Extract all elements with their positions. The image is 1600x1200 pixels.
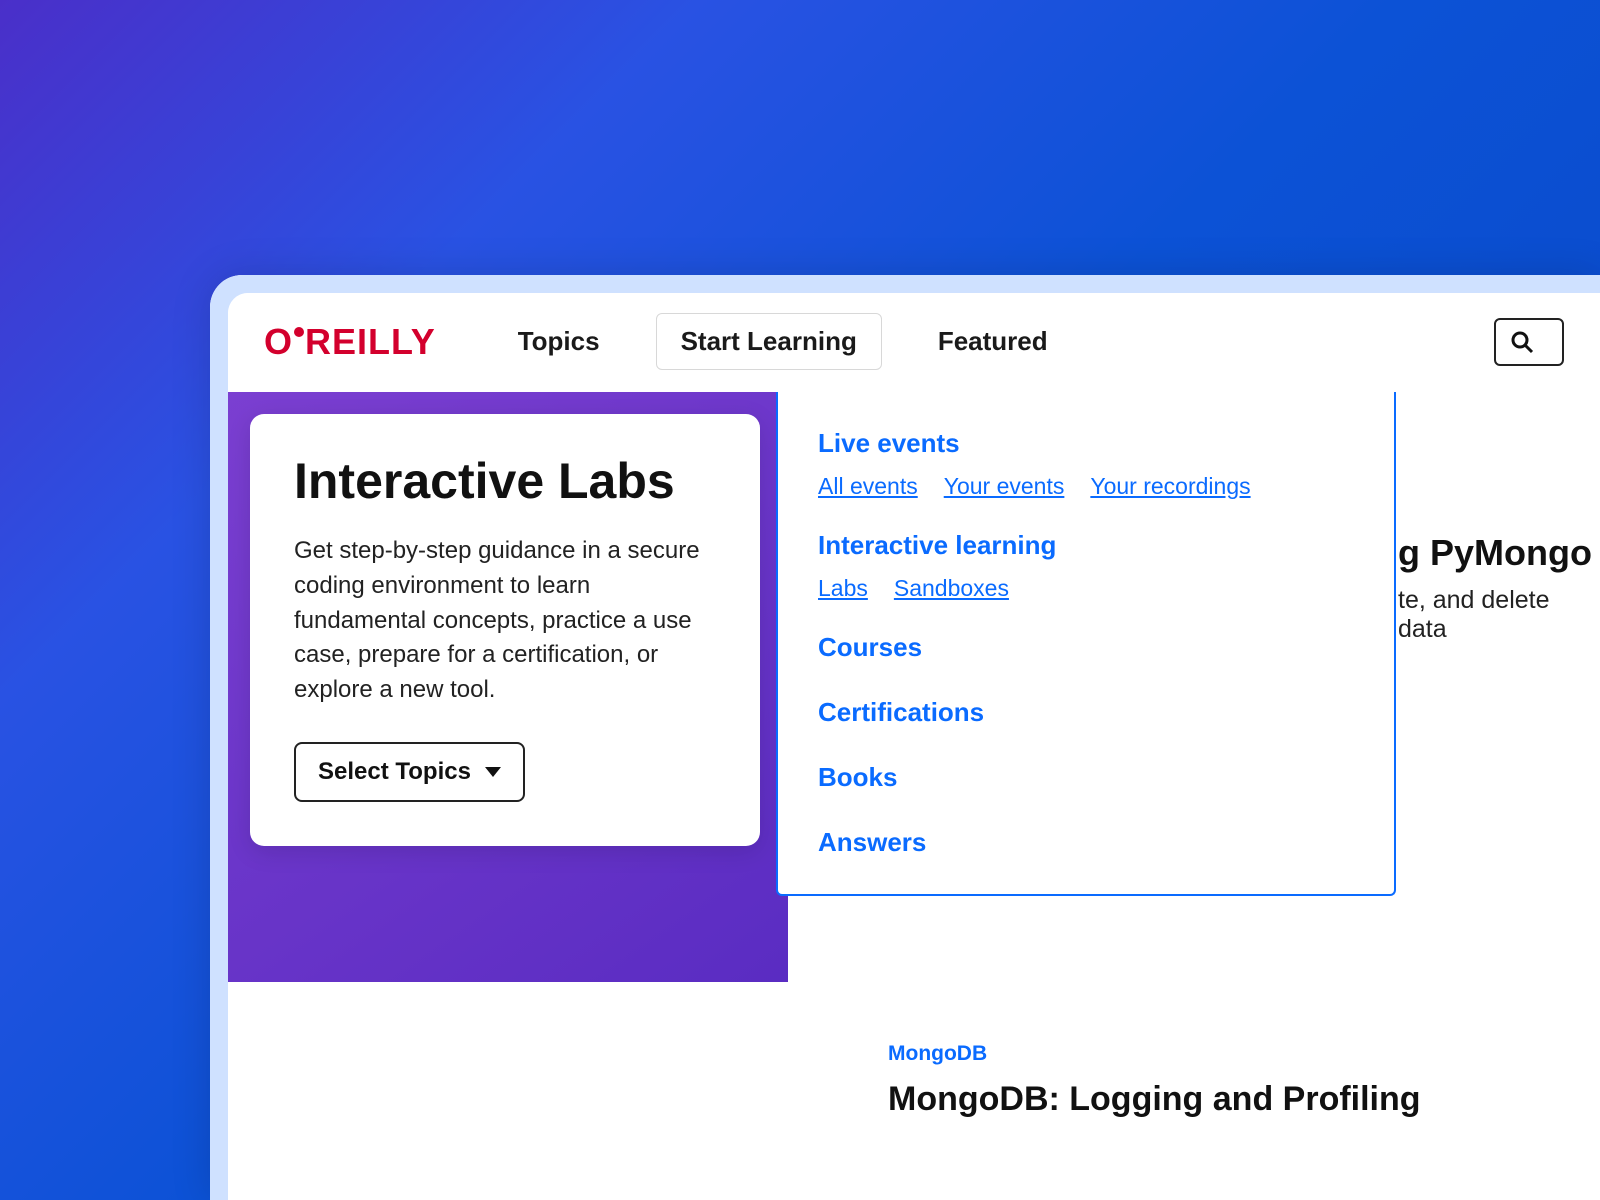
card-title: Interactive Labs xyxy=(294,454,716,508)
oreilly-logo[interactable]: O REILLY xyxy=(264,321,436,363)
link-your-events[interactable]: Your events xyxy=(944,473,1065,500)
chevron-down-icon xyxy=(485,767,501,777)
result1-title: g PyMongo xyxy=(1398,532,1600,574)
result-preview-2[interactable]: MongoDB MongoDB: Logging and Profiling xyxy=(888,1042,1600,1119)
nav-topics[interactable]: Topics xyxy=(494,314,624,369)
link-all-events[interactable]: All events xyxy=(818,473,918,500)
select-topics-button[interactable]: Select Topics xyxy=(294,742,525,802)
interactive-labs-card: Interactive Labs Get step-by-step guidan… xyxy=(250,414,760,846)
nav-start-learning[interactable]: Start Learning xyxy=(656,313,882,370)
result2-title: MongoDB: Logging and Profiling xyxy=(888,1080,1600,1119)
top-nav-bar: O REILLY Topics Start Learning Featured xyxy=(228,293,1600,392)
start-learning-dropdown: Live events All events Your events Your … xyxy=(776,392,1396,896)
dropdown-interactive-learning[interactable]: Interactive learning xyxy=(818,530,1354,561)
dropdown-live-events[interactable]: Live events xyxy=(818,428,1354,459)
link-your-recordings[interactable]: Your recordings xyxy=(1090,473,1250,500)
logo-text-o: O xyxy=(264,321,293,363)
result-preview-1: g PyMongo te, and delete data xyxy=(1398,532,1600,644)
link-labs[interactable]: Labs xyxy=(818,575,868,602)
logo-apostrophe-icon xyxy=(294,327,304,337)
dropdown-answers[interactable]: Answers xyxy=(818,827,1354,858)
result2-tag: MongoDB xyxy=(888,1042,1600,1066)
nav-featured[interactable]: Featured xyxy=(914,314,1072,369)
live-events-links: All events Your events Your recordings xyxy=(818,473,1354,500)
logo-text-reilly: REILLY xyxy=(305,321,436,363)
dropdown-books[interactable]: Books xyxy=(818,762,1354,793)
app-window: O REILLY Topics Start Learning Featured … xyxy=(210,275,1600,1200)
search-input[interactable] xyxy=(1494,318,1564,366)
select-topics-label: Select Topics xyxy=(318,758,471,786)
dropdown-courses[interactable]: Courses xyxy=(818,632,1354,663)
card-body: Get step-by-step guidance in a secure co… xyxy=(294,534,716,708)
dropdown-certifications[interactable]: Certifications xyxy=(818,697,1354,728)
app-window-inner: O REILLY Topics Start Learning Featured … xyxy=(228,293,1600,1200)
result1-body: te, and delete data xyxy=(1398,586,1600,644)
interactive-learning-links: Labs Sandboxes xyxy=(818,575,1354,602)
link-sandboxes[interactable]: Sandboxes xyxy=(894,575,1009,602)
search-icon xyxy=(1510,330,1534,354)
